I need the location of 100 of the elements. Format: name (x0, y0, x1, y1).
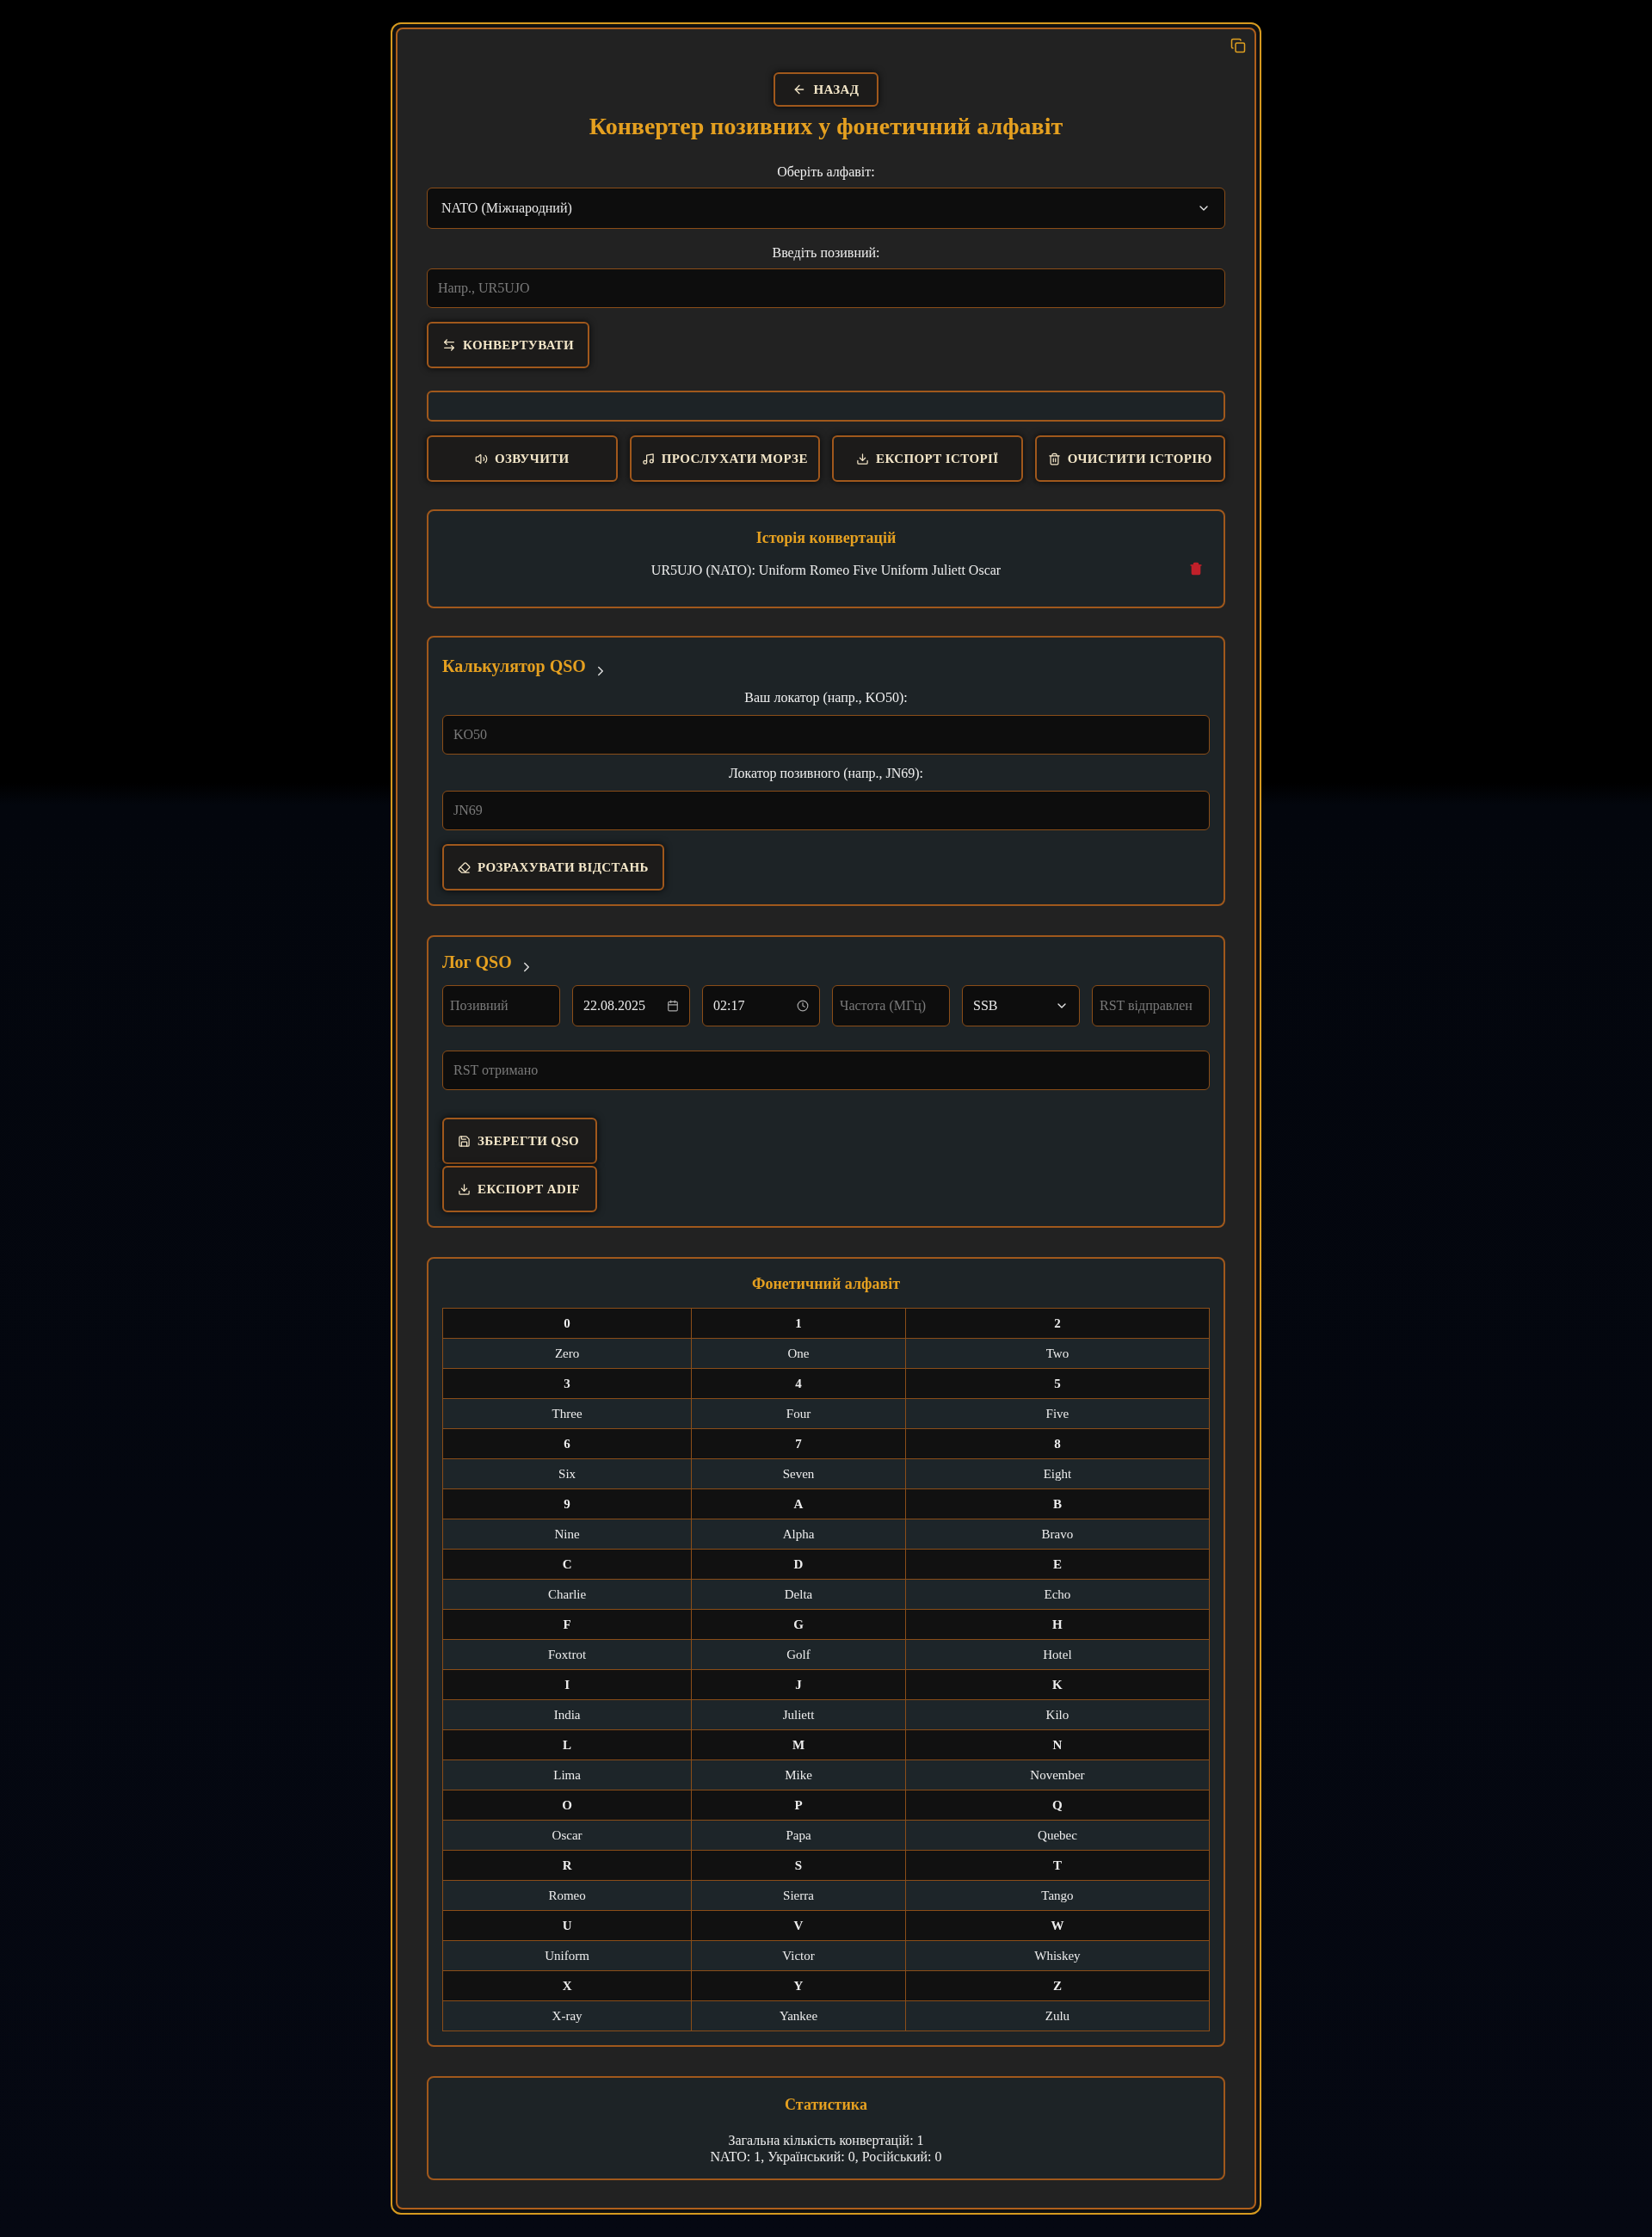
mode-select[interactable]: SSB (962, 985, 1080, 1026)
action-button[interactable]: ОЧИСТИТИ ІСТОРІЮ (1034, 435, 1225, 482)
symbol-cell: 8 (905, 1428, 1210, 1459)
symbol-cell: P (691, 1790, 906, 1821)
log-input[interactable]: Частота (МГц) (832, 985, 950, 1026)
swap-arrows-icon (442, 338, 456, 352)
eraser-icon (458, 860, 471, 874)
word-cell: Two (905, 1338, 1210, 1369)
word-cell: Alpha (691, 1519, 906, 1550)
word-cell: Romeo (442, 1880, 692, 1911)
music-note-icon (641, 452, 655, 465)
word-cell: India (442, 1699, 692, 1730)
symbol-cell: K (905, 1669, 1210, 1700)
symbol-cell: Z (905, 1970, 1210, 2001)
word-cell: Charlie (442, 1579, 692, 1610)
symbol-cell: O (442, 1790, 692, 1821)
page-title: Конвертер позивних у фонетичний алфавіт (588, 112, 1064, 141)
word-cell: Oscar (442, 1820, 692, 1851)
word-cell: Yankee (691, 2000, 906, 2031)
symbol-cell: L (442, 1729, 692, 1760)
symbol-cell: V (691, 1910, 906, 1941)
speaker-icon (474, 452, 488, 465)
log-input[interactable]: RST відправлен (1092, 985, 1210, 1026)
date-field[interactable]: 22.08.2025 (572, 985, 690, 1026)
word-cell: Tango (905, 1880, 1210, 1911)
symbol-cell: D (691, 1549, 906, 1580)
symbol-cell: Y (691, 1970, 906, 2001)
symbol-cell: 7 (691, 1428, 906, 1459)
symbol-cell: 4 (691, 1368, 906, 1399)
word-cell: Zero (442, 1338, 692, 1369)
back-button[interactable]: НАЗАД (774, 72, 878, 107)
symbol-cell: B (905, 1488, 1210, 1519)
time-field[interactable]: 02:17 (702, 985, 820, 1026)
convert-button[interactable]: КОНВЕРТУВАТИ (427, 322, 589, 368)
word-cell: Golf (691, 1639, 906, 1670)
trash-icon (1047, 452, 1061, 465)
word-cell: Echo (905, 1579, 1210, 1610)
word-cell: Lima (442, 1759, 692, 1790)
clock-icon[interactable] (797, 1000, 809, 1012)
word-cell: X-ray (442, 2000, 692, 2031)
symbol-cell: A (691, 1488, 906, 1519)
symbol-cell: Q (905, 1790, 1210, 1821)
symbol-cell: T (905, 1850, 1210, 1881)
action-button[interactable]: ПРОСЛУХАТИ МОРЗЕ (629, 435, 820, 482)
action-button[interactable]: ОЗВУЧИТИ (427, 435, 618, 482)
symbol-cell: H (905, 1609, 1210, 1640)
download-icon (856, 452, 870, 465)
log-button[interactable]: ЗБЕРЕГТИ QSO (442, 1118, 597, 1164)
word-cell: November (905, 1759, 1210, 1790)
symbol-cell: I (442, 1669, 692, 1700)
section-title[interactable]: Лог QSO (442, 949, 512, 975)
history-entry: UR5UJO (NATO): Uniform Romeo Five Uniform Juliett Oscar (650, 562, 1002, 580)
log-button[interactable]: ЕКСПОРТ ADIF (442, 1166, 597, 1212)
history-title: Історія конвертацій (755, 528, 897, 548)
callsign-input[interactable]: Напр., UR5UJO (427, 268, 1225, 308)
locator-label: Ваш локатор (напр., KO50): (743, 689, 909, 707)
delete-icon[interactable] (1189, 562, 1203, 576)
symbol-cell: E (905, 1549, 1210, 1580)
alphabet-select[interactable]: NATO (Міжнародний) (427, 188, 1225, 229)
word-cell: Victor (691, 1940, 906, 1971)
word-cell: Zulu (905, 2000, 1210, 2031)
symbol-cell: M (691, 1729, 906, 1760)
word-cell: Kilo (905, 1699, 1210, 1730)
symbol-cell: 5 (905, 1368, 1210, 1399)
word-cell: Three (442, 1398, 692, 1429)
word-cell: Bravo (905, 1519, 1210, 1550)
word-cell: Delta (691, 1579, 906, 1610)
symbol-cell: G (691, 1609, 906, 1640)
symbol-cell: 1 (691, 1308, 906, 1339)
symbol-cell: 0 (442, 1308, 692, 1339)
calculate-button[interactable]: РОЗРАХУВАТИ ВІДСТАНЬ (442, 844, 664, 890)
symbol-cell: S (691, 1850, 906, 1881)
copy-icon[interactable] (1230, 38, 1246, 53)
locator-input[interactable]: KO50 (442, 715, 1210, 755)
symbol-cell: 6 (442, 1428, 692, 1459)
word-cell: Four (691, 1398, 906, 1429)
symbol-cell: X (442, 1970, 692, 2001)
symbol-cell: J (691, 1669, 906, 1700)
section-title[interactable]: Калькулятор QSO (442, 653, 586, 679)
word-cell: Seven (691, 1458, 906, 1489)
symbol-cell: N (905, 1729, 1210, 1760)
statistics-line: NATO: 1, Український: 0, Російський: 0 (709, 2148, 943, 2165)
word-cell: Five (905, 1398, 1210, 1429)
calendar-icon[interactable] (667, 1000, 679, 1012)
word-cell: Juliett (691, 1699, 906, 1730)
statistics-line: Загальна кількість конвертацій: 1 (727, 2132, 925, 2148)
symbol-cell: 3 (442, 1368, 692, 1399)
word-cell: Mike (691, 1759, 906, 1790)
download-icon (458, 1182, 471, 1196)
action-button[interactable]: ЕКСПОРТ ІСТОРІЇ (832, 435, 1023, 482)
log-input[interactable]: Позивний (442, 985, 560, 1026)
alphabet-label: Оберіть алфавіт: (776, 163, 876, 182)
rst-received-input[interactable]: RST отримано (442, 1051, 1210, 1090)
word-cell: Nine (442, 1519, 692, 1550)
symbol-cell: C (442, 1549, 692, 1580)
locator-input[interactable]: JN69 (442, 791, 1210, 830)
word-cell: One (691, 1338, 906, 1369)
symbol-cell: 9 (442, 1488, 692, 1519)
word-cell: Hotel (905, 1639, 1210, 1670)
locator-label: Локатор позивного (напр., JN69): (727, 765, 925, 783)
